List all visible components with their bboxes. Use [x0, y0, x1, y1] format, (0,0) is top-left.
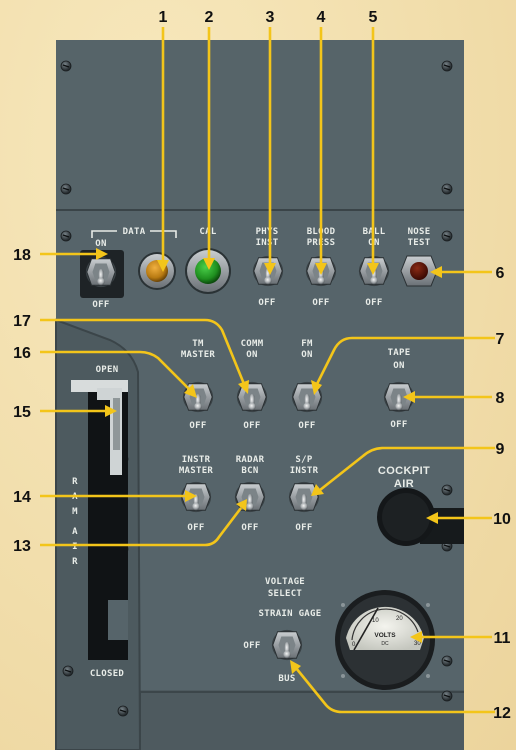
- tape-label: TAPE: [388, 348, 411, 358]
- bus-label: BUS: [278, 674, 295, 684]
- radar-off-label: OFF: [241, 523, 258, 533]
- fm-label: FM: [301, 339, 313, 349]
- nose-label: NOSE: [408, 227, 431, 237]
- callout-11: 11: [494, 630, 511, 647]
- callout-10: 10: [493, 511, 511, 528]
- radar-bcn-label-1: RADAR: [236, 455, 265, 465]
- screw-icon: [60, 183, 72, 195]
- data-label: DATA: [123, 227, 146, 237]
- tape-on-label: ON: [393, 361, 404, 371]
- callout-7: 7: [496, 331, 505, 348]
- meter-dc-label: DC: [381, 641, 389, 647]
- callout-16: 16: [13, 345, 31, 362]
- ram-air-lever[interactable]: [113, 398, 120, 450]
- instr-off-label: OFF: [187, 523, 204, 533]
- callout-3: 3: [266, 9, 275, 26]
- instr-master-label-2: MASTER: [179, 466, 214, 476]
- voltage-select-toggle-switch[interactable]: [271, 629, 303, 661]
- sp-instr-toggle-switch[interactable]: [288, 481, 320, 513]
- test-label: TEST: [408, 238, 431, 248]
- meter-10-label: 10: [372, 618, 379, 624]
- callout-14: 14: [13, 489, 31, 506]
- sp-off-label: OFF: [295, 523, 312, 533]
- data-off-label: OFF: [92, 300, 109, 310]
- screw-icon: [60, 230, 72, 242]
- ball-off-label: OFF: [365, 298, 382, 308]
- open-label: OPEN: [96, 365, 119, 375]
- screw-icon: [441, 230, 453, 242]
- cockpit-air-label-1: COCKPIT: [378, 465, 430, 477]
- screw-icon: [441, 484, 453, 496]
- tm-master-label-1: TM: [192, 339, 204, 349]
- voltage-select-label-2: SELECT: [268, 589, 303, 599]
- comm-label: COMM: [241, 339, 264, 349]
- phys-inst-label-2: INST: [256, 238, 279, 248]
- screw-icon: [62, 665, 74, 677]
- callout-4: 4: [317, 9, 326, 26]
- radar-bcn-label-2: BCN: [241, 466, 258, 476]
- strain-gage-label: STRAIN GAGE: [259, 609, 322, 619]
- callout-13: 13: [13, 538, 31, 555]
- callout-18: 18: [13, 247, 31, 264]
- tm-off-label: OFF: [189, 421, 206, 431]
- tape-off-label: OFF: [390, 420, 407, 430]
- phys-inst-label-1: PHYS: [256, 227, 279, 237]
- meter-volts-label: VOLTS: [374, 632, 396, 639]
- callout-1: 1: [159, 9, 168, 26]
- screw-icon: [441, 690, 453, 702]
- screw-icon: [441, 183, 453, 195]
- screw-icon: [60, 60, 72, 72]
- ram-air-r2: R: [72, 557, 78, 567]
- screw-icon: [441, 655, 453, 667]
- tm-master-label-2: MASTER: [181, 350, 216, 360]
- blood-off-label: OFF: [312, 298, 329, 308]
- ram-air-i: I: [72, 542, 78, 552]
- data-on-label: ON: [95, 239, 106, 249]
- callout-5: 5: [369, 9, 378, 26]
- instr-master-label-1: INSTR: [182, 455, 211, 465]
- callout-17: 17: [13, 313, 31, 330]
- diagram-stage: DATA ON OFF CAL PHYS INST OFF BLOOD PRES…: [0, 0, 516, 750]
- fm-on-label: ON: [301, 350, 312, 360]
- callout-6: 6: [496, 265, 505, 282]
- voltage-select-label-1: VOLTAGE: [265, 577, 305, 587]
- callout-8: 8: [496, 390, 505, 407]
- callout-9: 9: [496, 441, 505, 458]
- upper-panel: [56, 40, 464, 210]
- screw-icon: [441, 60, 453, 72]
- cockpit-panel-diagram: DATA ON OFF CAL PHYS INST OFF BLOOD PRES…: [13, 9, 511, 750]
- fm-off-label: OFF: [298, 421, 315, 431]
- comm-on-label: ON: [246, 350, 257, 360]
- ram-air-a2: A: [72, 527, 78, 537]
- meter-20-label: 20: [396, 616, 403, 622]
- volt-off-label: OFF: [243, 641, 260, 651]
- screw-icon: [117, 705, 129, 717]
- radar-bcn-toggle-switch[interactable]: [234, 481, 266, 513]
- closed-label: CLOSED: [90, 669, 125, 679]
- sp-instr-label-1: S/P: [295, 455, 312, 465]
- ram-air-r: R: [72, 477, 78, 487]
- callout-2: 2: [205, 9, 214, 26]
- ram-air-m: M: [72, 507, 78, 517]
- callout-15: 15: [13, 404, 31, 421]
- data-toggle-switch[interactable]: [85, 256, 117, 288]
- comm-off-label: OFF: [243, 421, 260, 431]
- callout-12: 12: [493, 705, 511, 722]
- sp-instr-label-2: INSTR: [290, 466, 319, 476]
- phys-off-label: OFF: [258, 298, 275, 308]
- nose-test-button[interactable]: [410, 262, 428, 280]
